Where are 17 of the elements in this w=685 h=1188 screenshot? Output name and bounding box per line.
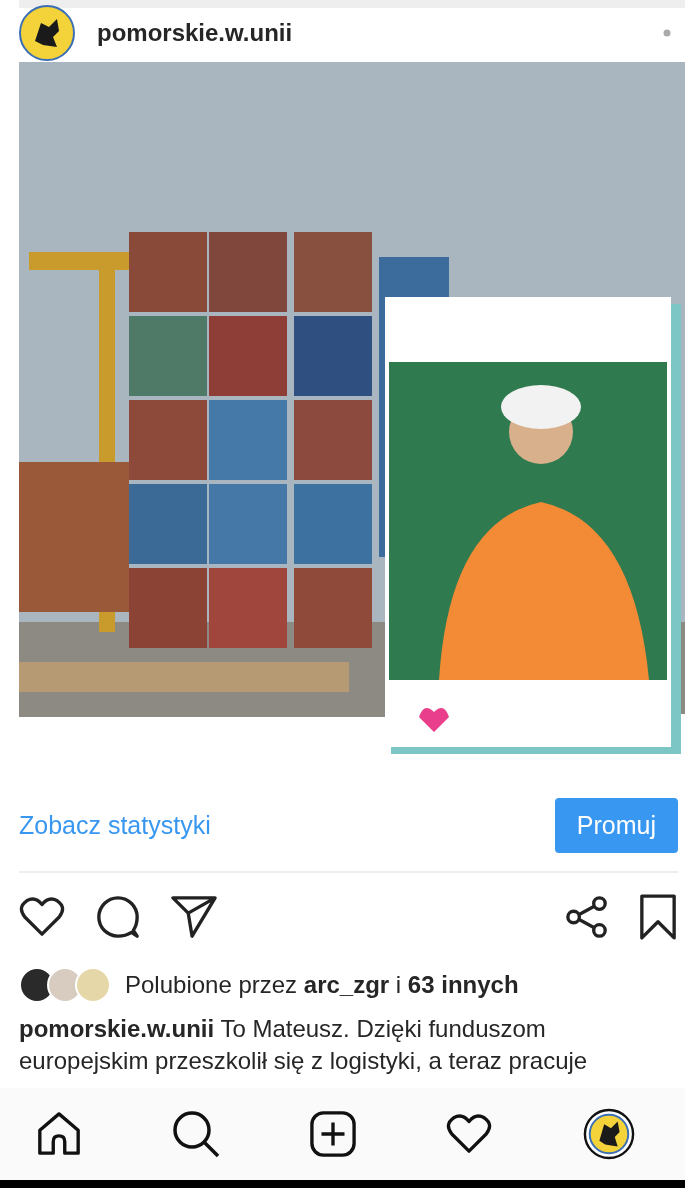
likes-text: Polubione przez arc_zgr i 63 innych bbox=[125, 971, 519, 999]
share-icon[interactable] bbox=[565, 895, 609, 939]
profile-avatar-icon[interactable] bbox=[583, 1108, 635, 1160]
profile-avatar-icon[interactable] bbox=[19, 5, 75, 61]
new-post-icon[interactable] bbox=[309, 1111, 356, 1157]
search-icon[interactable] bbox=[171, 1110, 220, 1158]
promote-button[interactable]: Promuj bbox=[554, 798, 678, 853]
username[interactable]: pomorskie.w.unii bbox=[97, 19, 293, 47]
view-insights-link[interactable]: Zobacz statystyki bbox=[19, 811, 211, 840]
bookmark-icon[interactable] bbox=[639, 893, 677, 941]
send-icon[interactable] bbox=[171, 894, 217, 940]
like-icon[interactable] bbox=[19, 896, 65, 938]
activity-heart-icon[interactable] bbox=[445, 1113, 494, 1155]
comment-icon[interactable] bbox=[95, 894, 141, 940]
post-caption: pomorskie.w.unii To Mateusz. Dzięki funduszom europejskim przeszkolił się z logistyki, a teraz pracuje bbox=[19, 1014, 589, 1076]
home-icon[interactable] bbox=[36, 1111, 82, 1157]
avatar-icon bbox=[75, 967, 111, 1003]
